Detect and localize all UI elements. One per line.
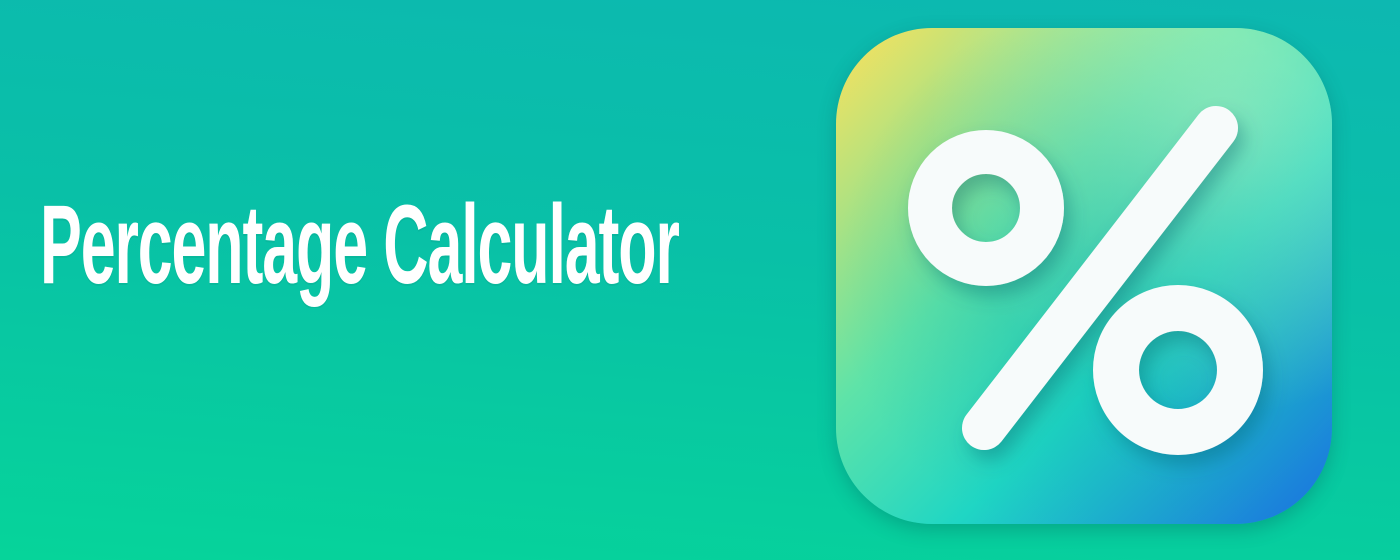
app-title: Percentage Calculator (40, 182, 680, 307)
percent-icon (836, 28, 1332, 524)
app-icon (836, 28, 1332, 524)
promo-banner: Percentage Calculator (0, 0, 1400, 560)
